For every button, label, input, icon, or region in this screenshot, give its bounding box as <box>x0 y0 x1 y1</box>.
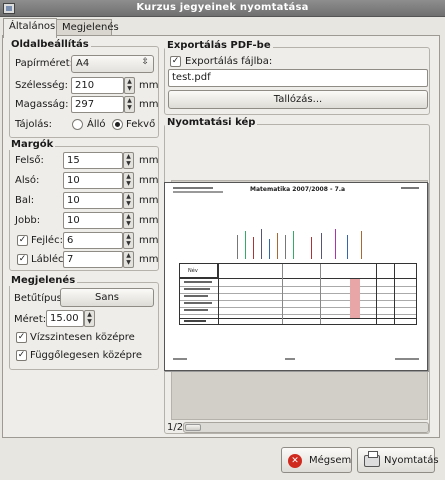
margin-top-label: Felső: <box>15 155 44 166</box>
header-spinner[interactable]: ▲ ▼ <box>123 232 134 249</box>
orientation-label: Tájolás: <box>15 119 52 130</box>
export-label: Exportálás fájlba: <box>185 56 273 67</box>
margin-bottom-input[interactable]: 10 <box>63 172 123 189</box>
printer-icon <box>364 451 380 467</box>
center-vertical-checkbox[interactable]: ✓ <box>16 350 27 361</box>
footer-spinner[interactable]: ▲ ▼ <box>123 251 134 268</box>
paper-size-label: Papírméret: <box>15 58 73 69</box>
footer-unit: mm <box>139 254 159 265</box>
preview-page-slider[interactable] <box>183 422 429 433</box>
tab-general[interactable]: Általános <box>3 18 57 38</box>
center-horizontal-checkbox[interactable]: ✓ <box>16 332 27 343</box>
browse-button[interactable]: Tallózás... <box>168 90 428 109</box>
font-label: Betűtípus: <box>14 293 66 304</box>
page-indicator: 1/2 <box>167 422 184 433</box>
margin-bottom-spinner[interactable]: ▲ ▼ <box>123 172 134 189</box>
width-input[interactable]: 210 <box>71 77 124 94</box>
margins-title: Margók <box>9 139 56 150</box>
margin-bottom-unit: mm <box>139 175 159 186</box>
export-checkbox[interactable]: ✓ <box>170 56 181 67</box>
cancel-icon: ✕ <box>288 454 302 468</box>
print-button[interactable]: Nyomtatás <box>357 447 439 473</box>
window-title: Kurzus jegyeinek nyomtatása <box>136 2 309 13</box>
header-label: Fejléc: <box>31 235 63 246</box>
slider-thumb[interactable] <box>185 424 201 431</box>
height-label: Magasság: <box>15 99 69 110</box>
page-settings-title: Oldalbeállítás <box>9 39 91 50</box>
size-input[interactable]: 15.00 <box>46 310 84 327</box>
center-vertical-label: Függőlegesen középre <box>30 350 143 361</box>
appearance-title: Megjelenés <box>9 275 78 286</box>
portrait-label: Álló <box>87 119 106 130</box>
landscape-label: Fekvő <box>126 119 156 130</box>
margin-left-label: Bal: <box>15 195 35 206</box>
paper-size-select[interactable]: A4 ⇳ <box>71 55 154 73</box>
title-bar: Kurzus jegyeinek nyomtatása <box>0 0 445 17</box>
header-checkbox[interactable]: ✓ <box>17 235 28 246</box>
portrait-radio[interactable] <box>72 119 83 130</box>
cancel-button[interactable]: ✕ Mégsem <box>281 447 352 473</box>
size-spinner[interactable]: ▲ ▼ <box>84 310 95 327</box>
margin-top-spinner[interactable]: ▲ ▼ <box>123 152 134 169</box>
center-horizontal-label: Vízszintesen középre <box>30 332 135 343</box>
height-spinner[interactable]: ▲ ▼ <box>124 96 135 113</box>
pdf-export-title: Exportálás PDF-be <box>165 40 273 51</box>
height-unit: mm <box>139 99 159 110</box>
footer-input[interactable]: 7 <box>63 251 123 268</box>
font-select-button[interactable]: Sans <box>60 288 154 307</box>
footer-checkbox[interactable]: ✓ <box>17 254 28 265</box>
preview-title: Nyomtatási kép <box>165 117 258 128</box>
landscape-radio[interactable] <box>112 119 123 130</box>
width-spinner[interactable]: ▲ ▼ <box>124 77 135 94</box>
width-unit: mm <box>139 80 159 91</box>
margin-right-label: Jobb: <box>15 215 41 226</box>
margin-right-unit: mm <box>139 215 159 226</box>
height-input[interactable]: 297 <box>71 96 124 113</box>
updown-arrows-icon: ⇳ <box>141 57 149 67</box>
margin-left-unit: mm <box>139 195 159 206</box>
margin-bottom-label: Alsó: <box>15 175 40 186</box>
preview-page: Matematika 2007/2008 - 7.a Név <box>164 182 428 371</box>
margin-right-input[interactable]: 10 <box>63 212 123 229</box>
size-label: Méret: <box>14 314 47 325</box>
margin-top-unit: mm <box>139 155 159 166</box>
preview-table-header: Név <box>180 264 218 278</box>
margin-top-input[interactable]: 15 <box>63 152 123 169</box>
header-unit: mm <box>139 235 159 246</box>
margin-left-input[interactable]: 10 <box>63 192 123 209</box>
export-filename-input[interactable]: test.pdf <box>168 69 428 87</box>
width-label: Szélesség: <box>15 80 68 91</box>
footer-label: Lábléc: <box>31 254 67 265</box>
margin-left-spinner[interactable]: ▲ ▼ <box>123 192 134 209</box>
preview-heading: Matematika 2007/2008 - 7.a <box>250 186 346 193</box>
header-input[interactable]: 6 <box>63 232 123 249</box>
margin-right-spinner[interactable]: ▲ ▼ <box>123 212 134 229</box>
preview-table: Név <box>179 263 417 325</box>
